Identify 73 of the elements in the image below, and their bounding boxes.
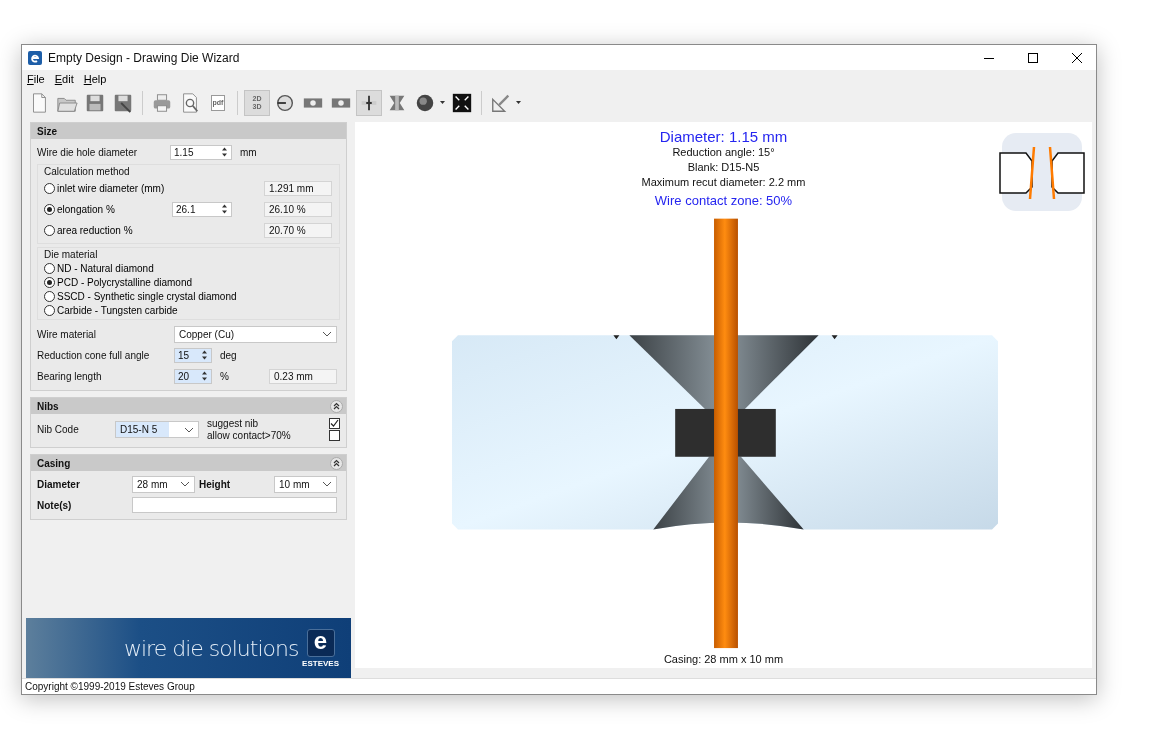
- spin-field[interactable]: 1.15: [170, 144, 232, 160]
- detail-text: Blank: D15-N5: [687, 160, 760, 175]
- unit-label: %: [220, 370, 230, 382]
- checkbox[interactable]: [329, 418, 340, 429]
- fit-view-icon: [451, 91, 473, 114]
- group-title: Die material: [44, 249, 99, 260]
- unit-label: deg: [220, 349, 237, 361]
- contact-zone-text: Wire contact zone: 50%: [654, 193, 793, 208]
- field-label: Reduction cone full angle: [37, 349, 151, 361]
- radio-button[interactable]: area reduction %: [44, 224, 133, 236]
- checkbox-label: allow contact>70%: [207, 430, 291, 441]
- spin-field[interactable]: 20: [174, 368, 212, 384]
- chevron-down-icon[interactable]: [322, 481, 332, 487]
- spin-field[interactable]: 26.1: [172, 201, 232, 217]
- radio-button[interactable]: elongation %: [44, 203, 115, 215]
- spin-arrows-icon[interactable]: [201, 370, 208, 382]
- window-title: Empty Design - Drawing Die Wizard: [48, 50, 241, 65]
- spin-arrows-icon[interactable]: [221, 146, 228, 158]
- radio-button[interactable]: inlet wire diameter (mm): [44, 182, 165, 194]
- spin-arrows-icon[interactable]: [201, 349, 208, 361]
- dropdown-arrow-icon[interactable]: [516, 101, 521, 104]
- nib-code-dropdown[interactable]: D15-N 5: [115, 421, 199, 438]
- radio-button[interactable]: ND - Natural diamond: [44, 263, 335, 274]
- app-logo-icon: [28, 50, 42, 65]
- die-thumbnail-icon[interactable]: [998, 133, 1086, 211]
- group-title: Calculation method: [44, 166, 131, 177]
- radio-button[interactable]: PCD - Polycrystalline diamond: [44, 277, 335, 288]
- casing-text: Casing: 28 mm x 10 mm: [661, 653, 786, 665]
- spin-field[interactable]: 15: [174, 347, 212, 363]
- maximize-icon: [1028, 52, 1038, 63]
- banner-slogan: wire die solutions: [124, 635, 300, 661]
- menu-item[interactable]: Edit: [54, 72, 74, 85]
- section-title: Size: [37, 125, 57, 137]
- collapse-icon[interactable]: [330, 399, 343, 413]
- chevron-down-icon[interactable]: [180, 481, 190, 487]
- notes-field[interactable]: [132, 497, 337, 513]
- checkbox[interactable]: [329, 430, 340, 441]
- section-title: Casing: [37, 457, 71, 469]
- radio-button[interactable]: SSCD - Synthetic single crystal diamond: [44, 291, 335, 302]
- checkbox-label: suggest nib: [207, 418, 259, 429]
- field-label: Bearing length: [37, 370, 103, 382]
- wire-material-dropdown[interactable]: Copper (Cu): [174, 325, 337, 343]
- chevron-down-icon[interactable]: [322, 331, 332, 337]
- dropdown-arrow-icon[interactable]: [440, 101, 445, 104]
- section-title: Nibs: [37, 400, 59, 412]
- radio-button[interactable]: Carbide - Tungsten carbide: [44, 305, 335, 316]
- result-field: 0.23 mm: [269, 368, 337, 384]
- menu-item[interactable]: File: [27, 72, 45, 85]
- field-label: Diameter: [37, 478, 81, 490]
- result-field: 20.70 %: [264, 222, 332, 238]
- field-label: Nib Code: [37, 424, 80, 435]
- brand-logo: e: [306, 628, 335, 657]
- result-field: 1.291 mm: [264, 180, 332, 196]
- printer-icon: [151, 91, 173, 114]
- field-label: Note(s): [37, 499, 73, 511]
- result-field: 26.10 %: [264, 201, 332, 217]
- spin-arrows-icon[interactable]: [221, 203, 228, 215]
- copyright-text: Copyright ©1999-2019 Esteves Group: [25, 681, 195, 692]
- menu-item[interactable]: Help: [83, 72, 107, 85]
- detail-text: Reduction angle: 15°: [672, 145, 775, 160]
- height-dropdown[interactable]: 10 mm: [274, 475, 337, 493]
- field-label: Wire material: [37, 328, 97, 340]
- field-label: Height: [199, 478, 232, 490]
- detail-text: Maximum recut diameter: 2.2 mm: [641, 175, 806, 190]
- brand-name: ESTEVES: [302, 658, 339, 668]
- unit-label: mm: [240, 146, 257, 158]
- close-icon: [1072, 52, 1082, 63]
- chevron-down-icon[interactable]: [184, 426, 194, 433]
- diameter-heading: Diameter: 1.15 mm: [659, 128, 788, 145]
- diameter-dropdown[interactable]: 28 mm: [132, 475, 195, 493]
- collapse-icon[interactable]: [330, 456, 343, 470]
- toolbar-button[interactable]: [356, 89, 382, 116]
- field-label: Wire die hole diameter: [37, 146, 139, 158]
